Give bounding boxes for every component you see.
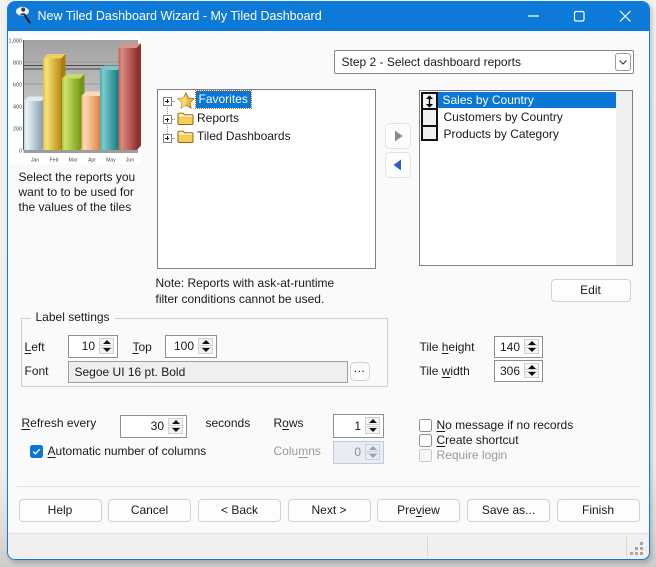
svg-text:Jun: Jun — [126, 158, 134, 164]
svg-text:May: May — [106, 158, 116, 164]
svg-text:Feb: Feb — [50, 158, 59, 164]
svg-text:Mar: Mar — [69, 158, 78, 164]
svg-text:1,000: 1,000 — [9, 39, 23, 45]
svg-text:600: 600 — [13, 83, 22, 89]
svg-text:400: 400 — [13, 105, 22, 111]
svg-text:Apr: Apr — [88, 158, 96, 164]
svg-text:200: 200 — [13, 127, 22, 133]
svg-text:800: 800 — [13, 61, 22, 67]
svg-text:0: 0 — [19, 149, 22, 155]
svg-text:Jan: Jan — [31, 158, 39, 164]
